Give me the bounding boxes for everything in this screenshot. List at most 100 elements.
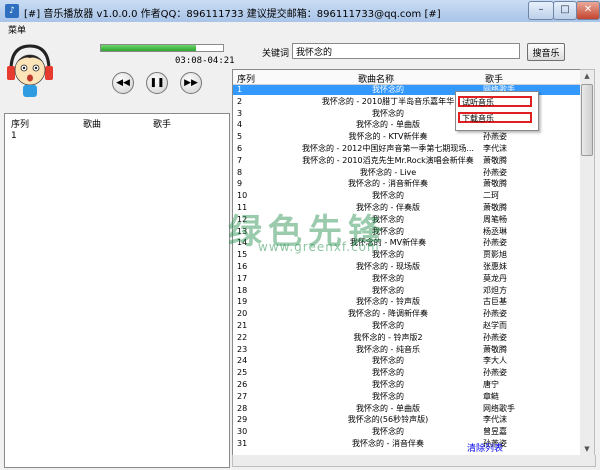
cell-name: 我怀念的 [372, 285, 404, 295]
maximize-button[interactable]: □ [553, 1, 577, 20]
cell-name: 我怀念的 - 2012中国好声音第一季第七期现场... [302, 144, 474, 153]
cell-name: 我怀念的 - 2010滔克先生Mr.Rock演唱会新伴奏 [302, 155, 474, 165]
cell-no: 7 [237, 155, 243, 165]
title-bar: ♪ [#] 音乐播放器 v1.0.0.0 作者QQ：896111733 建议提交… [0, 0, 600, 23]
cell-singer: 孙燕姿 [483, 368, 507, 378]
table-row[interactable]: 23 我怀念的 - 纯音乐 萧敬腾 [233, 345, 581, 355]
cell-no: 20 [237, 309, 248, 319]
table-row[interactable]: 20 我怀念的 - 降调新伴奏 孙燕姿 [233, 309, 581, 319]
cell-singer: 周笔畅 [483, 214, 507, 224]
playlist-row-no[interactable]: 1 [11, 131, 17, 141]
table-row[interactable]: 9 我怀念的 - 消音新伴奏 萧敬腾 [233, 179, 581, 189]
cell-singer: 李大人 [483, 356, 507, 366]
pause-button[interactable]: ❚❚ [146, 72, 168, 94]
cell-no: 14 [237, 238, 248, 248]
cell-no: 18 [237, 285, 248, 295]
cell-singer: 张惠妹 [483, 262, 507, 271]
cell-no: 8 [237, 167, 243, 177]
cell-name: 我怀念的 [372, 273, 404, 283]
results-vertical-scrollbar[interactable]: ▲ ▼ [580, 69, 595, 457]
cell-singer: 孙燕姿 [483, 238, 507, 248]
table-row[interactable]: 29 我怀念的(56秒铃声版) 李代沫 [233, 415, 581, 425]
cell-name: 我怀念的 [372, 356, 404, 366]
table-row[interactable]: 31 我怀念的 - 消音伴奏 孙燕姿 [233, 439, 581, 449]
cell-no: 17 [237, 273, 248, 283]
table-row[interactable]: 30 我怀念的 曾昱嘉 [233, 427, 581, 437]
table-row[interactable]: 21 我怀念的 赵学而 [233, 321, 581, 331]
clear-list-link[interactable]: 清除列表 [467, 441, 503, 454]
scroll-thumb[interactable] [581, 84, 593, 156]
playlist-panel[interactable]: 序列 歌曲 歌手 1 [4, 113, 230, 468]
cell-no: 16 [237, 262, 248, 271]
table-row[interactable]: 17 我怀念的 莫龙丹 [233, 274, 581, 284]
close-button[interactable]: ✕ [576, 1, 600, 20]
context-item-download[interactable]: 下载音乐 [462, 113, 494, 124]
cell-no: 15 [237, 250, 248, 260]
results-horizontal-scrollbar[interactable] [232, 455, 596, 467]
table-row[interactable]: 22 我怀念的 - 铃声版2 孙燕姿 [233, 333, 581, 343]
search-input[interactable] [292, 43, 520, 59]
table-row[interactable]: 6 我怀念的 - 2012中国好声音第一季第七期现场... 李代沫 [233, 144, 581, 154]
cell-singer: 章鲢 [483, 391, 499, 401]
table-row[interactable]: 16 我怀念的 - 现场版 张惠妹 [233, 262, 581, 272]
table-row[interactable]: 26 我怀念的 唐宁 [233, 380, 581, 390]
table-row[interactable]: 12 我怀念的 周笔畅 [233, 215, 581, 225]
playlist-header-song: 歌曲 [83, 120, 102, 130]
cell-no: 9 [237, 179, 243, 189]
playback-progress-bar[interactable] [100, 44, 224, 52]
table-row[interactable]: 28 我怀念的 - 单曲版 网络歌手 [233, 404, 581, 414]
table-row[interactable]: 13 我怀念的 杨丞琳 [233, 227, 581, 237]
cell-name: 我怀念的 - 现场版 [356, 262, 420, 271]
table-row[interactable]: 11 我怀念的 - 伴奏版 萧敬腾 [233, 203, 581, 213]
table-row[interactable]: 10 我怀念的 二珂 [233, 191, 581, 201]
cell-singer: 二珂 [483, 191, 499, 201]
cell-no: 12 [237, 214, 248, 224]
table-row[interactable]: 25 我怀念的 孙燕姿 [233, 368, 581, 378]
results-header-singer: 歌手 [485, 75, 504, 85]
cell-no: 2 [237, 96, 243, 106]
next-button[interactable]: ▶▶ [180, 72, 202, 94]
cell-singer: 萧敬腾 [483, 344, 507, 354]
cell-singer: 萧敬腾 [483, 203, 507, 212]
cell-name: 我怀念的 - Live [359, 167, 417, 177]
previous-button[interactable]: ◀◀ [112, 72, 134, 94]
cell-singer: 贾影旭 [483, 250, 507, 260]
cell-name: 我怀念的 [372, 427, 404, 437]
cell-no: 10 [237, 191, 248, 201]
table-row[interactable]: 24 我怀念的 李大人 [233, 356, 581, 366]
cell-no: 5 [237, 132, 243, 142]
cell-name: 我怀念的 [372, 391, 404, 401]
cell-name: 我怀念的 [372, 250, 404, 260]
playlist-header-no: 序列 [11, 120, 30, 130]
search-button[interactable]: 搜音乐 [527, 43, 565, 61]
minimize-button[interactable]: – [528, 1, 554, 20]
cell-singer: 赵学而 [483, 321, 507, 330]
cell-singer: 孙燕姿 [483, 167, 507, 177]
keyword-label: 关键词 [262, 49, 290, 59]
cell-name: 我怀念的 [372, 226, 404, 236]
cell-singer: 邓炟方 [483, 285, 507, 295]
playback-time: 03:08-04:21 [175, 56, 235, 66]
cell-singer: 杨丞琳 [483, 226, 507, 236]
cell-no: 26 [237, 380, 248, 389]
results-header-no: 序列 [237, 75, 256, 85]
context-item-preview[interactable]: 试听音乐 [462, 97, 494, 108]
table-row[interactable]: 19 我怀念的 - 铃声版 古巨基 [233, 297, 581, 307]
cell-singer: 萧敬腾 [483, 155, 507, 165]
cell-no: 27 [237, 391, 248, 401]
table-row[interactable]: 7 我怀念的 - 2010滔克先生Mr.Rock演唱会新伴奏 萧敬腾 [233, 156, 581, 166]
playlist-header-singer: 歌手 [153, 120, 172, 130]
table-row[interactable]: 18 我怀念的 邓炟方 [233, 286, 581, 296]
table-row[interactable]: 5 我怀念的 - KTV新伴奏 孙燕姿 [233, 132, 581, 142]
table-row[interactable]: 27 我怀念的 章鲢 [233, 392, 581, 402]
menu-item-main[interactable]: 菜单 [8, 23, 26, 36]
cell-name: 我怀念的 [372, 191, 404, 201]
table-row[interactable]: 8 我怀念的 - Live 孙燕姿 [233, 168, 581, 178]
scroll-up-icon[interactable]: ▲ [580, 70, 594, 83]
results-header: 序列 歌曲名称 歌手 [233, 70, 581, 85]
table-row[interactable]: 14 我怀念的 - MV新伴奏 孙燕姿 [233, 238, 581, 248]
cell-no: 23 [237, 344, 248, 354]
window-title: [#] 音乐播放器 v1.0.0.0 作者QQ：896111733 建议提交邮箱… [24, 9, 441, 20]
table-row[interactable]: 15 我怀念的 贾影旭 [233, 250, 581, 260]
cell-name: 我怀念的 - 伴奏版 [356, 203, 420, 212]
